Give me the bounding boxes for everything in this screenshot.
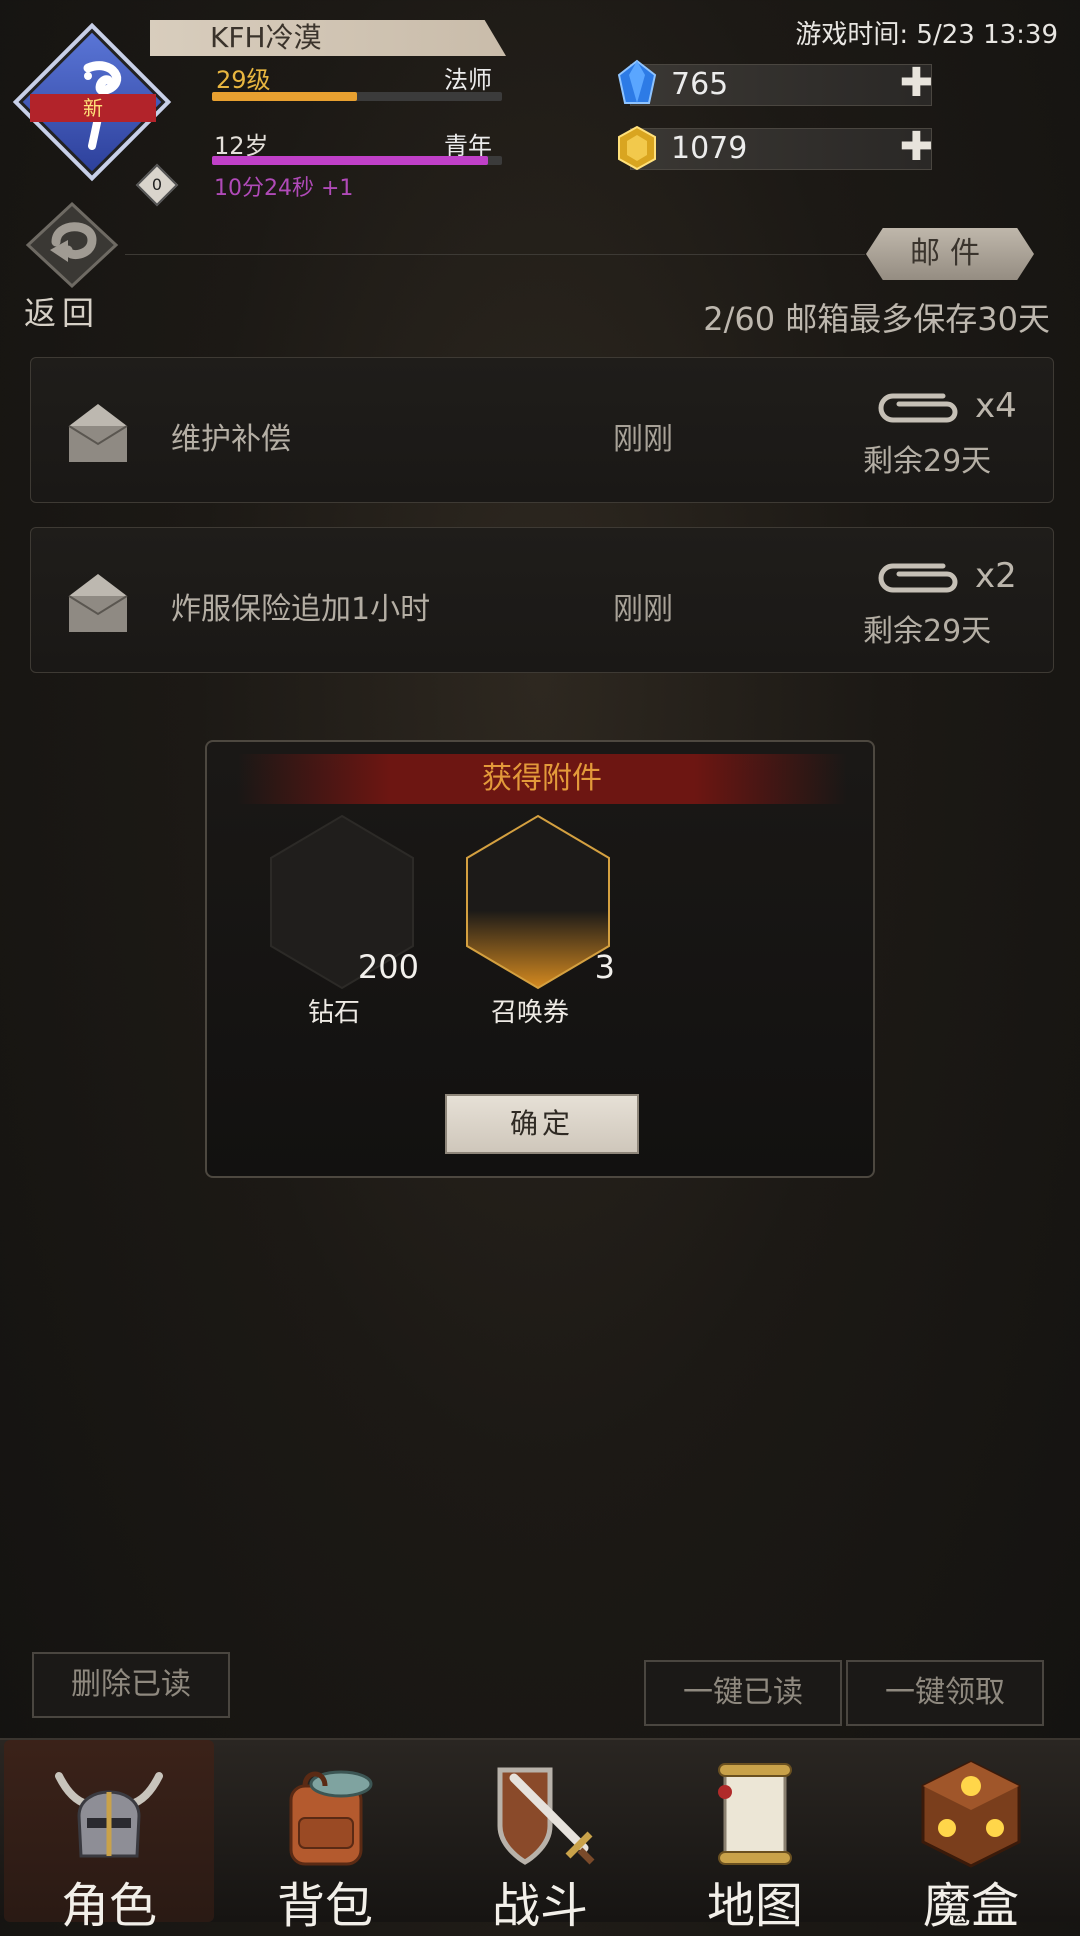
popup-title: 获得附件 — [237, 754, 847, 804]
magic-box-icon — [921, 1760, 1021, 1868]
player-name: KFH冷漠 — [150, 20, 506, 56]
age-progress-fill — [212, 156, 488, 165]
backpack-icon — [289, 1770, 373, 1866]
attachment-clip-icon — [878, 563, 958, 593]
age-timer: 10分24秒 +1 — [214, 176, 354, 201]
mail-title: 炸服保险追加1小时 — [171, 592, 431, 627]
level-progress-bar — [212, 92, 502, 101]
reward-qty: 3 — [594, 948, 615, 986]
diamond-amount: 765 — [671, 67, 729, 102]
new-badge: 新 — [30, 94, 156, 122]
back-arrow-icon — [25, 201, 119, 289]
reward-slot-hex — [466, 814, 610, 990]
age-progress-bar — [212, 156, 502, 165]
mail-title: 维护补偿 — [171, 422, 291, 457]
back-button[interactable]: 返回 — [12, 200, 122, 332]
mail-item[interactable]: 炸服保险追加1小时 刚刚 x2 剩余29天 — [30, 527, 1054, 673]
scroll-map-icon — [718, 1763, 792, 1865]
confirm-button[interactable]: 确定 — [445, 1094, 639, 1154]
envelope-icon — [68, 574, 128, 632]
tab-map[interactable]: 地图 — [650, 1740, 860, 1934]
attachment-clip-icon — [878, 393, 958, 423]
delete-read-button[interactable]: 删除已读 — [32, 1652, 230, 1718]
gold-icon — [618, 125, 656, 171]
bottom-nav: 角色 背包 战斗 地图 魔盒 — [0, 1738, 1080, 1934]
player-avatar[interactable]: 新 0 — [12, 22, 179, 207]
claim-all-button[interactable]: 一键领取 — [846, 1660, 1044, 1726]
tab-label: 背包 — [276, 1878, 373, 1934]
tab-character[interactable]: 角色 — [4, 1740, 214, 1934]
diamond-currency: 765 ✚ — [617, 59, 933, 106]
attachment-count: x4 — [975, 386, 1017, 426]
attachment-popup: 获得附件 200 钻石 3 召唤券 确定 — [205, 740, 875, 1178]
back-label: 返回 — [24, 294, 101, 332]
mail-time: 刚刚 — [613, 422, 673, 457]
add-gold-button[interactable]: ✚ — [899, 127, 933, 167]
player-level: 29级 — [216, 66, 271, 94]
reward-item-diamond[interactable]: 200 钻石 — [259, 812, 419, 1028]
mail-time: 刚刚 — [613, 592, 673, 627]
header-divider — [125, 254, 865, 255]
mailbox-count-info: 2/60 邮箱最多保存30天 — [703, 300, 1050, 338]
attachment-count: x2 — [975, 556, 1017, 596]
gold-amount: 1079 — [671, 131, 748, 166]
reward-name: 召唤券 — [490, 998, 569, 1028]
tab-label: 角色 — [60, 1878, 157, 1934]
tab-label: 战斗 — [491, 1878, 588, 1934]
reward-item-summon-ticket[interactable]: 3 召唤券 — [455, 812, 615, 1028]
reward-qty: 200 — [357, 948, 419, 986]
envelope-icon — [68, 404, 128, 462]
mail-remaining-days: 剩余29天 — [863, 614, 992, 649]
tab-backpack[interactable]: 背包 — [220, 1740, 430, 1934]
helmet-icon — [55, 1772, 163, 1858]
tab-battle[interactable]: 战斗 — [435, 1740, 645, 1934]
gold-currency: 1079 ✚ — [618, 125, 933, 171]
add-diamond-button[interactable]: ✚ — [899, 63, 933, 103]
player-class: 法师 — [444, 66, 492, 94]
tab-magic-box[interactable]: 魔盒 — [866, 1740, 1076, 1934]
tab-label: 魔盒 — [922, 1878, 1019, 1934]
diamond-icon — [617, 59, 657, 104]
mail-remaining-days: 剩余29天 — [863, 444, 992, 479]
tab-mail[interactable]: 邮件 — [866, 228, 1034, 280]
mark-all-read-button[interactable]: 一键已读 — [644, 1660, 842, 1726]
sword-shield-icon — [497, 1767, 595, 1865]
reward-name: 钻石 — [307, 998, 360, 1028]
tab-label: 地图 — [706, 1878, 803, 1934]
mail-item[interactable]: 维护补偿 刚刚 x4 剩余29天 — [30, 357, 1054, 503]
game-time: 游戏时间: 5/23 13:39 — [795, 20, 1058, 50]
level-progress-fill — [212, 92, 357, 101]
